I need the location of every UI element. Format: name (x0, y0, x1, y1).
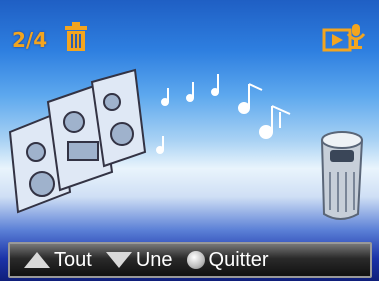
trash-icon[interactable] (64, 22, 88, 52)
music-illustration (8, 68, 364, 220)
top-bar: 2/4 (0, 0, 379, 62)
footer-bar: Tout Une Quitter (8, 242, 372, 278)
quit-label: Quitter (208, 248, 269, 271)
file-counter: 2/4 (12, 28, 48, 52)
trash-can-graphic (320, 131, 364, 220)
speakers-graphic (8, 68, 147, 214)
round-button-icon (186, 251, 205, 269)
triangle-up-icon (24, 252, 50, 268)
select-all-button[interactable]: Tout (24, 249, 92, 272)
select-one-button[interactable]: Une (105, 248, 173, 272)
quit-button[interactable]: Quitter (186, 248, 269, 272)
screen: 2/4 Tout Une Quitter (0, 0, 379, 281)
select-one-label: Une (135, 248, 173, 271)
triangle-down-icon (105, 252, 132, 268)
music-notes-graphic (156, 74, 291, 154)
slideshow-audio-icon (322, 24, 366, 52)
select-all-label: Tout (54, 248, 92, 271)
